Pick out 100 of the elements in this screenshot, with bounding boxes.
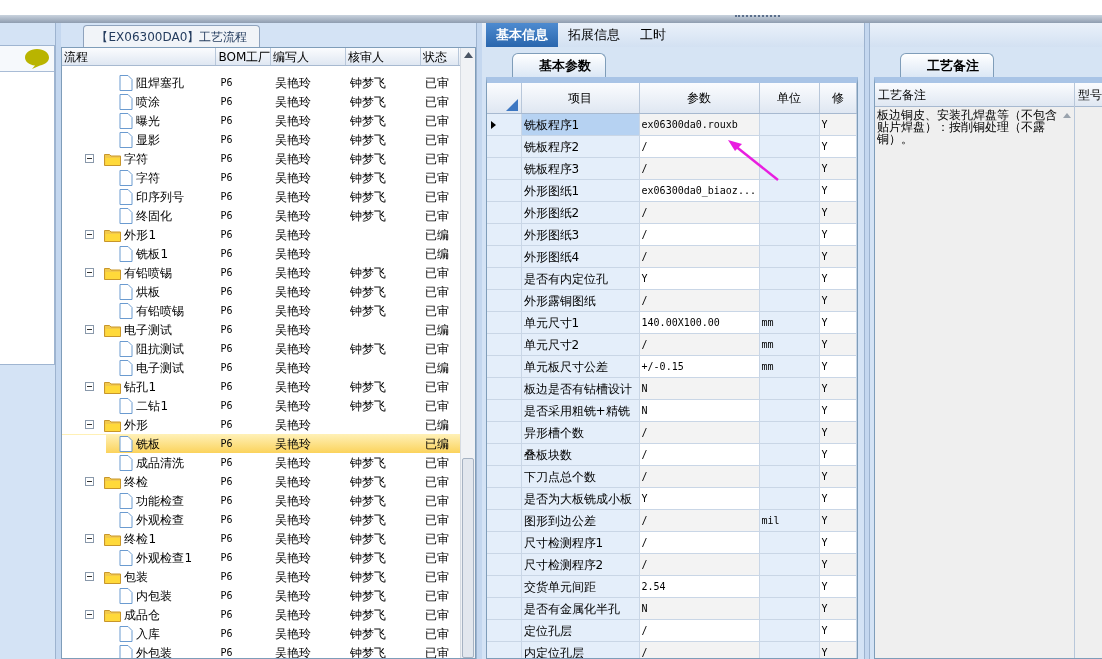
table-cell[interactable] [759, 532, 820, 553]
tree-label[interactable]: 显影 [136, 130, 161, 149]
column-header[interactable]: 修 [831, 89, 844, 107]
panel-title-tab[interactable]: 【EX06300DA0】工艺流程 [83, 25, 261, 48]
tree-label[interactable]: 包装 [124, 567, 149, 586]
sub-tab[interactable]: 基本参数 [511, 52, 606, 77]
scrollbar[interactable] [459, 48, 475, 658]
tree-label[interactable]: 功能检查 [136, 491, 185, 510]
table-cell[interactable]: Y [819, 532, 858, 553]
table-cell[interactable]: Y [819, 114, 858, 135]
table-cell[interactable] [759, 290, 820, 311]
tree-label[interactable]: 外形1 [124, 225, 157, 244]
table-cell[interactable]: Y [819, 554, 858, 575]
tree-label[interactable]: 电子测试 [136, 358, 185, 377]
table-cell[interactable] [759, 576, 820, 597]
table-cell[interactable]: 内定位孔层 [521, 642, 640, 658]
tree-label[interactable]: 铣板 [136, 434, 161, 453]
table-cell[interactable]: / [639, 642, 760, 658]
table-cell[interactable]: / [639, 158, 760, 179]
table-cell[interactable] [759, 466, 820, 487]
table-cell[interactable] [759, 554, 820, 575]
table-cell[interactable]: 外形图纸2 [521, 202, 640, 223]
table-cell[interactable]: Y [639, 488, 760, 509]
table-cell[interactable] [759, 246, 820, 267]
table-cell[interactable] [759, 224, 820, 245]
tree-label[interactable]: 终检 [124, 472, 149, 491]
table-cell[interactable]: Y [819, 488, 858, 509]
table-cell[interactable]: Y [819, 158, 858, 179]
table-cell[interactable] [759, 422, 820, 443]
tree-label[interactable]: 字符 [136, 168, 161, 187]
table-cell[interactable]: +/-0.15 [639, 356, 760, 377]
tab[interactable]: 基本信息 [485, 23, 558, 47]
table-cell[interactable]: Y [819, 510, 858, 531]
table-cell[interactable]: 板边是否有钻槽设计 [521, 378, 640, 399]
table-cell[interactable]: Y [819, 268, 858, 289]
table-cell[interactable]: Y [819, 224, 858, 245]
table-cell[interactable]: 图形到边公差 [521, 510, 640, 531]
tree-label[interactable]: 有铅喷锡 [124, 263, 173, 282]
table-cell[interactable]: Y [639, 268, 760, 289]
table-cell[interactable]: 尺寸检测程序1 [521, 532, 640, 553]
tree-label[interactable]: 外形 [124, 415, 149, 434]
collapse-toggle-icon[interactable] [85, 268, 95, 277]
column-header[interactable]: 项目 [568, 89, 593, 107]
table-cell[interactable]: Y [819, 334, 858, 355]
table-cell[interactable]: 是否有内定位孔 [521, 268, 640, 289]
table-cell[interactable]: Y [819, 466, 858, 487]
row-header[interactable] [486, 114, 522, 135]
table-cell[interactable]: 单元尺寸1 [521, 312, 640, 333]
speech-bubble-icon[interactable] [24, 47, 51, 70]
table-cell[interactable]: Y [819, 356, 858, 377]
table-cell[interactable]: Y [819, 378, 858, 399]
column-header[interactable]: 单位 [777, 89, 802, 107]
table-cell[interactable]: / [639, 444, 760, 465]
table-cell[interactable] [759, 114, 820, 135]
table-cell[interactable]: / [639, 620, 760, 641]
table-cell[interactable]: 外形图纸4 [521, 246, 640, 267]
table-cell[interactable]: Y [819, 136, 858, 157]
table-cell[interactable]: mm [759, 334, 820, 355]
table-cell[interactable]: mm [759, 356, 820, 377]
tree-label[interactable]: 终检1 [124, 529, 157, 548]
table-cell[interactable] [759, 268, 820, 289]
table-cell[interactable] [759, 598, 820, 619]
table-cell[interactable]: / [639, 554, 760, 575]
tree-label[interactable]: 二钻1 [136, 396, 169, 415]
tree-label[interactable]: 字符 [124, 149, 149, 168]
collapse-toggle-icon[interactable] [85, 610, 95, 619]
collapse-toggle-icon[interactable] [85, 420, 95, 429]
tree-label[interactable]: 钻孔1 [124, 377, 157, 396]
collapse-toggle-icon[interactable] [85, 230, 95, 239]
table-cell[interactable]: 单元尺寸2 [521, 334, 640, 355]
collapse-toggle-icon[interactable] [85, 534, 95, 543]
column-header[interactable]: 工艺备注 [875, 83, 1074, 107]
table-cell[interactable] [759, 202, 820, 223]
table-cell[interactable] [759, 136, 820, 157]
column-header[interactable]: 核审人 [346, 48, 422, 65]
tree-label[interactable]: 喷涂 [136, 92, 161, 111]
table-cell[interactable]: 叠板块数 [521, 444, 640, 465]
table-cell[interactable]: 交货单元间距 [521, 576, 640, 597]
column-header[interactable]: BOM工厂 [216, 48, 272, 65]
tree-label[interactable]: 外观检查 [136, 510, 185, 529]
table-cell[interactable]: 定位孔层 [521, 620, 640, 641]
tree-label[interactable]: 印序列号 [136, 187, 185, 206]
table-cell[interactable]: Y [819, 180, 858, 201]
tree-label[interactable]: 曝光 [136, 111, 161, 130]
table-cell[interactable]: ex06300da0.rouxb [639, 114, 760, 135]
selected-row-highlight[interactable]: 铣板 P6 吴艳玲 已编 [62, 434, 460, 453]
table-cell[interactable]: / [639, 290, 760, 311]
table-cell[interactable]: ex06300da0_biaoz... [639, 180, 760, 201]
table-cell[interactable]: 外形图纸3 [521, 224, 640, 245]
tree-label[interactable]: 成品仓 [124, 605, 161, 624]
table-cell[interactable]: Y [819, 312, 858, 333]
table-cell[interactable] [759, 620, 820, 641]
table-cell[interactable]: / [639, 202, 760, 223]
collapse-toggle-icon[interactable] [85, 477, 95, 486]
table-cell[interactable]: Y [819, 598, 858, 619]
table-cell[interactable]: Y [819, 444, 858, 465]
tree-label[interactable]: 内包装 [136, 586, 173, 605]
tree-label[interactable]: 烘板 [136, 282, 161, 301]
column-header[interactable]: 状态 [421, 48, 460, 65]
column-header[interactable]: 流程 [62, 48, 217, 65]
